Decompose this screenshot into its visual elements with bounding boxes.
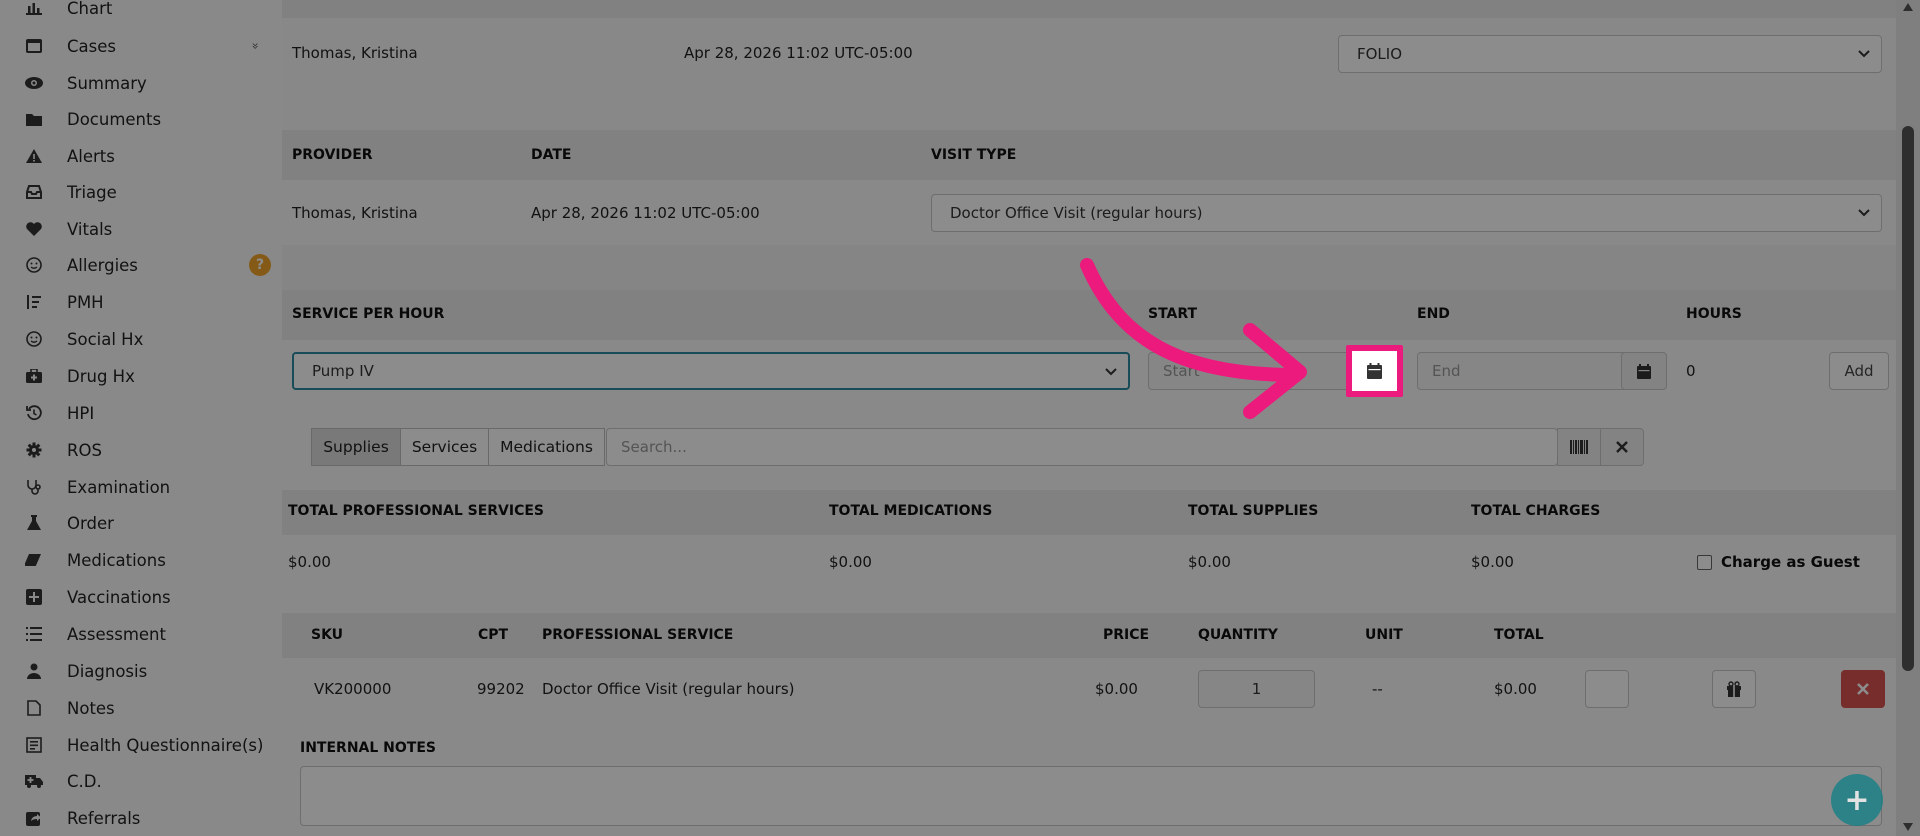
plus-icon: +: [1844, 782, 1870, 818]
add-fab-button[interactable]: +: [1831, 774, 1883, 826]
pointer-arrow: [1080, 258, 1307, 419]
